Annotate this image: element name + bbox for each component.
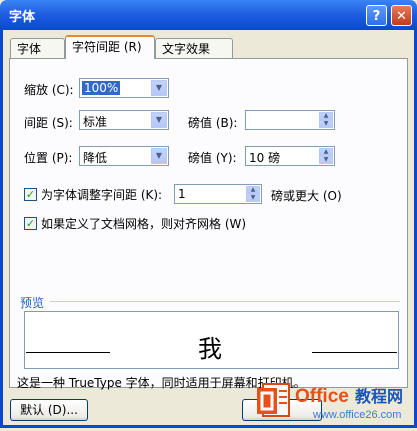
preview-box: 我 [24,311,399,369]
chevron-down-icon[interactable]: ▼ [151,112,167,128]
spin-buttons[interactable]: ▲ ▼ [319,112,333,128]
spin-buttons[interactable]: ▲ ▼ [319,148,333,164]
position-select[interactable]: 降低 ▼ [79,146,169,166]
spin-up-icon[interactable]: ▲ [319,112,333,120]
preview-sample: 我 [198,335,222,363]
position-by-label: 磅值 (Y): [188,151,237,165]
watermark-logo: Office 教程网 www.office26.com [255,378,417,428]
preview-line-right [312,352,397,353]
close-button[interactable]: ✕ [391,5,412,26]
spacing-select[interactable]: 标准 ▼ [79,110,169,130]
kerning-value: 1 [178,187,186,201]
tab-font[interactable]: 字体 (N) [10,38,65,76]
spacing-by-field[interactable]: ▲ ▼ [245,110,335,130]
spin-up-icon[interactable]: ▲ [246,186,260,194]
preview-divider [50,301,400,302]
title-bar: 字体 ? ✕ [0,0,417,30]
spacing-by-label: 磅值 (B): [188,116,238,130]
spin-up-icon[interactable]: ▲ [319,148,333,156]
position-value: 降低 [83,151,108,165]
svg-text:www.office26.com: www.office26.com [312,409,401,421]
kerning-checkbox[interactable]: ✓ [24,188,37,201]
snap-to-grid-label: 如果定义了文档网格，则对齐网格 (W) [41,217,247,231]
preview-label: 预览 [20,296,45,310]
window-title: 字体 [9,10,36,25]
spacing-value: 标准 [83,115,108,129]
snap-to-grid-checkbox[interactable]: ✓ [24,217,37,230]
spin-down-icon[interactable]: ▼ [246,194,260,202]
position-by-value: 10 磅 [249,151,281,165]
spacing-label: 间距 (S): [24,116,73,130]
tab-character-spacing[interactable]: 字符间距 (R) [65,35,155,59]
kerning-label: 为字体调整字间距 (K): [41,188,163,202]
help-button[interactable]: ? [366,5,387,26]
preview-line-left [26,352,110,353]
chevron-down-icon[interactable]: ▼ [151,80,167,96]
position-label: 位置 (P): [24,151,73,165]
position-by-field[interactable]: 10 磅 ▲ ▼ [245,146,335,166]
spin-down-icon[interactable]: ▼ [319,156,333,164]
scale-select[interactable]: 100% ▼ [79,78,169,98]
svg-text:教程网: 教程网 [355,387,403,406]
spin-down-icon[interactable]: ▼ [319,120,333,128]
scale-label: 缩放 (C): [24,83,74,97]
chevron-down-icon[interactable]: ▼ [151,148,167,164]
spin-buttons[interactable]: ▲ ▼ [246,186,260,202]
default-button[interactable]: 默认 (D)... [10,399,88,421]
tab-text-effects[interactable]: 文字效果 (X) [155,38,233,76]
svg-text:Office: Office [295,386,349,407]
kerning-field[interactable]: 1 ▲ ▼ [174,184,262,204]
office-logo-icon: Office 教程网 www.office26.com [257,383,403,421]
scale-value: 100% [82,81,121,95]
kerning-suffix: 磅或更大 (O) [271,189,342,203]
